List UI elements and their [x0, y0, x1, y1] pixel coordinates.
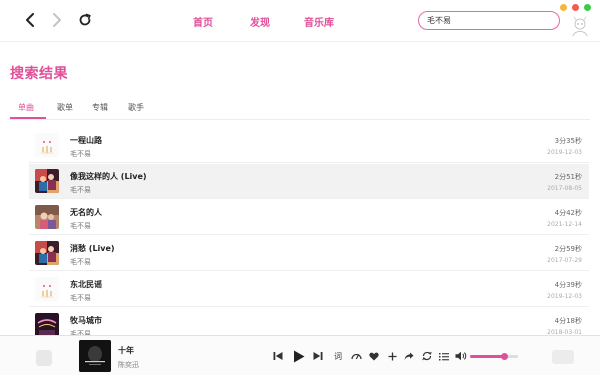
like-button[interactable] [367, 349, 381, 363]
active-tab-indicator [10, 117, 46, 119]
share-button[interactable] [402, 349, 416, 363]
play-button[interactable] [291, 348, 307, 364]
volume-icon [455, 351, 467, 361]
song-cover [35, 169, 59, 193]
repeat-icon [422, 351, 432, 361]
song-date: 2021-12-14 [547, 221, 582, 228]
song-date: 2017-08-05 [547, 185, 582, 192]
now-playing-title: 十年 [118, 346, 134, 355]
speed-button[interactable] [349, 349, 363, 363]
previous-button[interactable] [271, 349, 285, 363]
app-window: 首页 发现 音乐库 搜索结果 单曲 歌单 专辑 歌手 一程山路毛不易 3分35秒 2… [0, 0, 600, 375]
tab-singles[interactable]: 单曲 [18, 102, 34, 113]
play-icon [294, 350, 305, 362]
song-row[interactable]: 消愁 (Live) 毛不易 2分59秒 2017-07-29 [29, 236, 589, 271]
add-button[interactable] [385, 349, 399, 363]
song-title: 一程山路 [70, 136, 102, 145]
playlist-button[interactable] [437, 349, 451, 363]
nav-library[interactable]: 音乐库 [304, 14, 334, 29]
song-row[interactable]: 牧马城市 毛不易 4分18秒 2018-03-01 [29, 308, 589, 335]
volume-button[interactable] [454, 349, 468, 363]
volume-handle[interactable] [501, 353, 509, 360]
song-cover [35, 133, 59, 157]
song-title: 牧马城市 [70, 316, 102, 325]
song-duration: 2分51秒 [554, 173, 582, 181]
song-artist[interactable]: 毛不易 [70, 257, 91, 267]
blurred-thumb [36, 350, 52, 366]
next-icon [313, 352, 323, 360]
window-controls [560, 4, 591, 11]
tab-artists[interactable]: 歌手 [128, 102, 144, 113]
top-bar: 首页 发现 音乐库 [0, 0, 600, 42]
now-playing-artist[interactable]: 陈奕迅 [118, 360, 139, 370]
add-icon [388, 352, 396, 360]
previous-icon [273, 352, 283, 360]
nav-home[interactable]: 首页 [193, 14, 213, 29]
player-bar: 十年 陈奕迅 词 [0, 335, 600, 375]
next-button[interactable] [311, 349, 325, 363]
speed-icon [350, 353, 362, 360]
song-duration: 4分18秒 [554, 317, 582, 325]
song-row[interactable]: 像我这样的人 (Live) 毛不易 2分51秒 2017-08-05 [29, 164, 589, 199]
tab-albums[interactable]: 专辑 [92, 102, 108, 113]
song-artist[interactable]: 毛不易 [70, 149, 91, 159]
song-title: 消愁 (Live) [70, 244, 115, 253]
page-title: 搜索结果 [10, 66, 68, 82]
song-duration: 4分39秒 [554, 281, 582, 289]
song-cover [35, 205, 59, 229]
close-dot[interactable] [572, 4, 579, 11]
song-date: 2019-12-03 [547, 293, 582, 300]
song-title: 无名的人 [70, 208, 102, 217]
song-title: 像我这样的人 (Live) [70, 172, 147, 181]
repeat-button[interactable] [420, 349, 434, 363]
song-row[interactable]: 东北民谣毛不易 4分39秒 2019-12-03 [29, 272, 589, 307]
song-artist[interactable]: 毛不易 [70, 221, 91, 231]
lyrics-button[interactable]: 词 [331, 349, 345, 363]
heart-icon [369, 352, 379, 360]
now-playing-cover[interactable] [79, 340, 111, 372]
minimize-dot[interactable] [560, 4, 567, 11]
search-input[interactable] [418, 11, 560, 30]
song-title: 东北民谣 [70, 280, 102, 289]
maximize-dot[interactable] [584, 4, 591, 11]
volume-slider[interactable] [470, 353, 518, 360]
blurred-control [552, 350, 574, 364]
song-row[interactable]: 一程山路毛不易 3分35秒 2019-12-03 [29, 128, 589, 163]
song-row[interactable]: 无名的人毛不易 4分42秒 2021-12-14 [29, 200, 589, 235]
lyrics-icon: 词 [334, 351, 342, 361]
song-duration: 3分35秒 [554, 137, 582, 145]
song-artist[interactable]: 毛不易 [70, 293, 91, 303]
playlist-icon [439, 352, 449, 360]
song-cover [35, 313, 59, 335]
avatar[interactable] [568, 15, 592, 37]
song-cover [35, 277, 59, 301]
album-art-icon [79, 340, 111, 372]
song-duration: 2分59秒 [554, 245, 582, 253]
result-tabs: 单曲 歌单 专辑 歌手 [10, 100, 590, 120]
song-list: 一程山路毛不易 3分35秒 2019-12-03 像我这样的人 (Live) 毛不易 2分… [29, 128, 589, 335]
song-artist[interactable]: 毛不易 [70, 185, 91, 195]
tab-playlists[interactable]: 歌单 [57, 102, 73, 113]
share-icon [404, 352, 414, 360]
volume-level [470, 355, 505, 358]
song-date: 2017-07-29 [547, 257, 582, 264]
nav-discover[interactable]: 发现 [250, 14, 270, 29]
song-duration: 4分42秒 [554, 209, 582, 217]
song-cover [35, 241, 59, 265]
song-date: 2019-12-03 [547, 149, 582, 156]
